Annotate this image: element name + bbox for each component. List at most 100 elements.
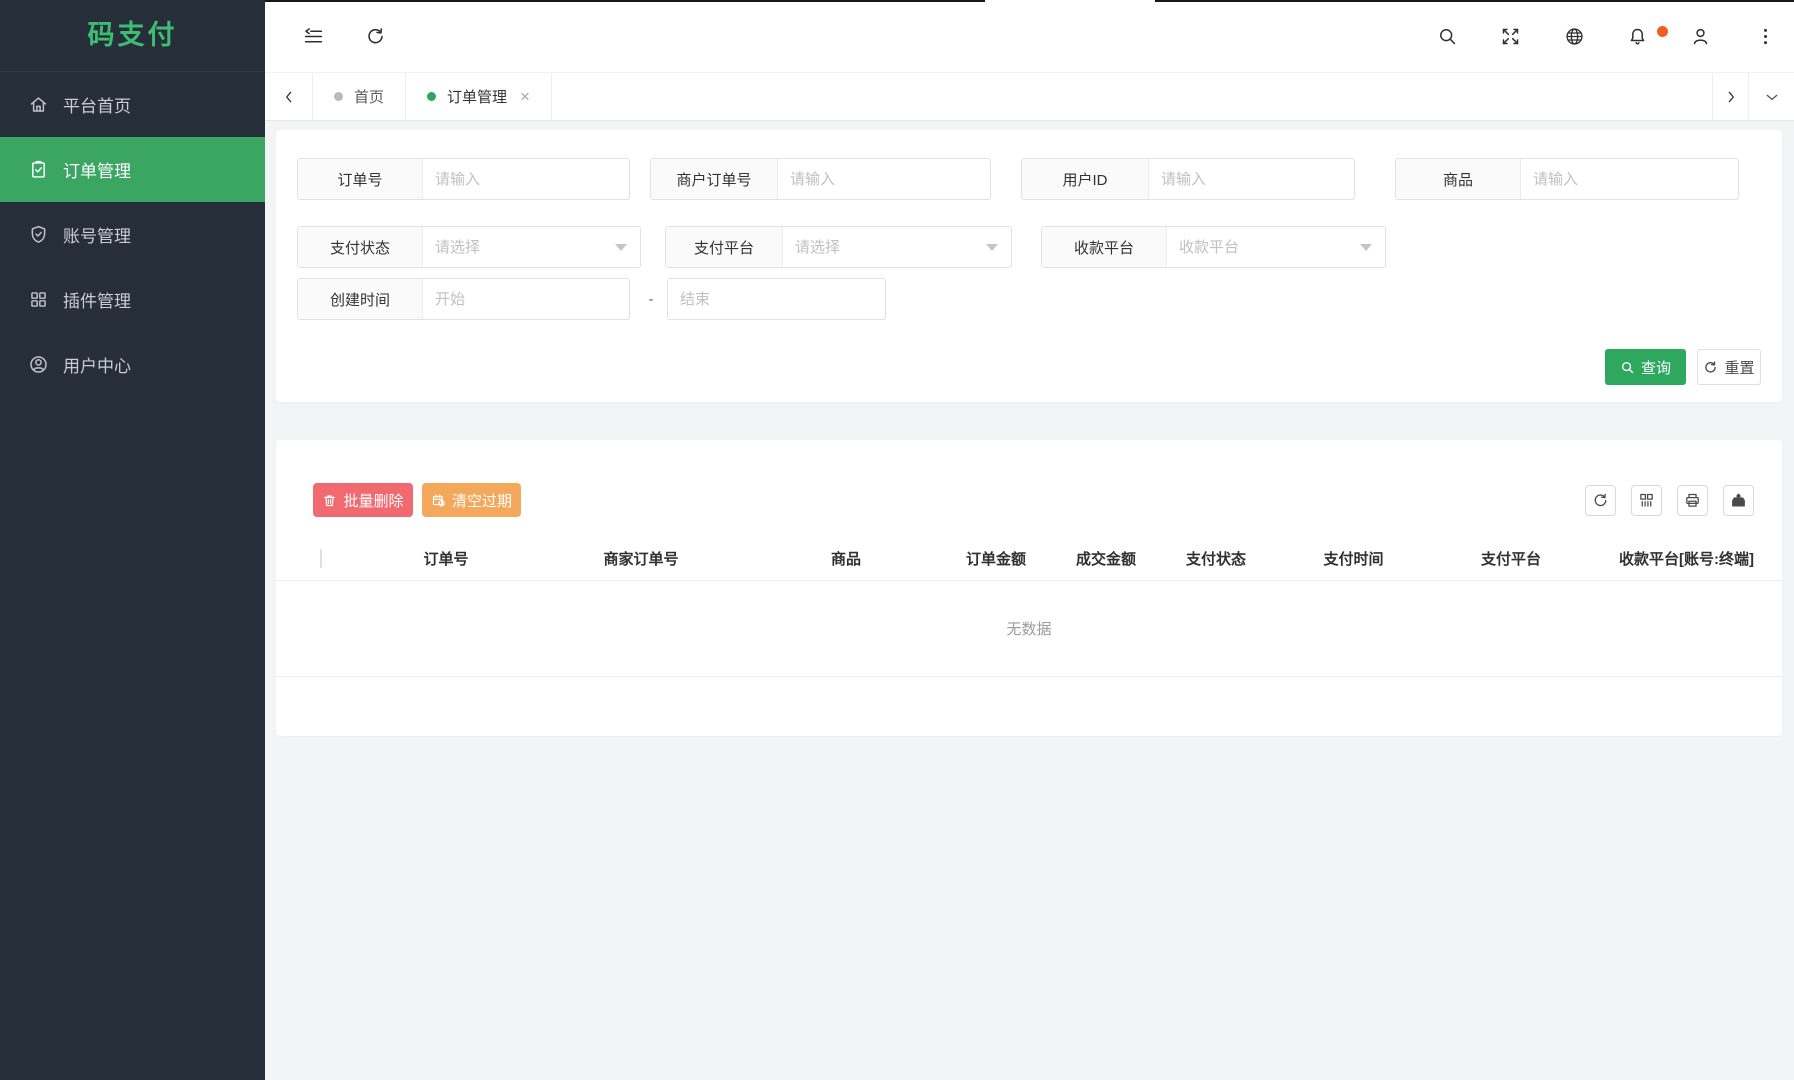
- tabbar-spacer: [552, 73, 1712, 120]
- pay-platform-select[interactable]: [783, 227, 1011, 267]
- sidebar-item-label: 账号管理: [63, 222, 131, 247]
- tab-order-management[interactable]: 订单管理 ×: [406, 73, 552, 120]
- fullscreen-icon[interactable]: [1500, 26, 1521, 47]
- sidebar-item-user-center[interactable]: 用户中心: [0, 332, 265, 397]
- column-header: 商家订单号: [526, 548, 756, 569]
- tabs-scroll-right-button[interactable]: [1712, 73, 1748, 120]
- pay-platform-select-input[interactable]: [795, 239, 999, 256]
- receive-platform-field: 收款平台: [1041, 226, 1386, 268]
- calendar-clock-icon: [431, 493, 446, 508]
- tab-label: 首页: [354, 86, 384, 107]
- table-refresh-button[interactable]: [1585, 485, 1616, 516]
- create-time-end-field: [667, 278, 886, 320]
- sidebar-item-label: 平台首页: [63, 92, 131, 117]
- merchant-order-no-field: 商户订单号: [650, 158, 991, 200]
- shield-check-icon: [28, 224, 49, 245]
- topbar: [265, 0, 1794, 72]
- pay-platform-field: 支付平台: [665, 226, 1012, 268]
- table-card: 批量删除 清空过期: [276, 440, 1782, 736]
- chevron-down-icon: [1764, 89, 1780, 105]
- refresh-icon: [1592, 492, 1609, 509]
- export-button[interactable]: [1723, 485, 1754, 516]
- order-no-field: 订单号: [297, 158, 630, 200]
- search-button-label: 查询: [1641, 357, 1671, 378]
- create-time-field: 创建时间: [297, 278, 630, 320]
- pay-status-select[interactable]: [423, 227, 640, 267]
- notification-bell-icon[interactable]: [1627, 26, 1648, 47]
- sidebar-item-platform-home[interactable]: 平台首页: [0, 72, 265, 137]
- sidebar-item-label: 用户中心: [63, 352, 131, 377]
- product-input[interactable]: [1533, 171, 1726, 188]
- more-vertical-icon[interactable]: [1755, 26, 1776, 47]
- sidebar-nav: 平台首页 订单管理 账号管理: [0, 72, 265, 397]
- tabs-menu-button[interactable]: [1748, 73, 1794, 120]
- column-header: 收款平台[账号:终端]: [1591, 548, 1782, 569]
- user-id-field: 用户ID: [1021, 158, 1355, 200]
- clear-expired-label: 清空过期: [452, 490, 512, 511]
- app-logo: 码支付: [0, 0, 265, 72]
- sidebar-item-label: 插件管理: [63, 287, 131, 312]
- create-time-end-input[interactable]: [680, 291, 873, 308]
- tab-status-dot: [427, 92, 436, 101]
- create-time-start-input[interactable]: [435, 291, 617, 308]
- receive-platform-select-input[interactable]: [1179, 239, 1373, 256]
- trash-icon: [322, 493, 337, 508]
- tab-home[interactable]: 首页: [313, 73, 406, 120]
- column-header: 订单号: [366, 548, 526, 569]
- order-no-label: 订单号: [298, 159, 423, 199]
- tabs-scroll-left-button[interactable]: [265, 73, 313, 120]
- language-globe-icon[interactable]: [1564, 26, 1585, 47]
- column-header: 支付平台: [1431, 548, 1591, 569]
- collapse-menu-icon[interactable]: [303, 26, 324, 47]
- refresh-icon[interactable]: [365, 26, 386, 47]
- top-loading-bar-right: [1155, 0, 1794, 2]
- home-icon: [28, 94, 49, 115]
- order-no-input[interactable]: [435, 171, 617, 188]
- batch-delete-button[interactable]: 批量删除: [313, 483, 413, 517]
- user-id-input[interactable]: [1161, 171, 1342, 188]
- sidebar-item-account-management[interactable]: 账号管理: [0, 202, 265, 267]
- notification-dot: [1657, 26, 1668, 37]
- filter-card: 订单号 商户订单号 用户ID 商品 支付状态 支付平台: [276, 130, 1782, 402]
- tab-bar: 首页 订单管理 ×: [265, 72, 1794, 121]
- reset-button-label: 重置: [1724, 357, 1754, 378]
- export-icon: [1730, 492, 1747, 509]
- tab-status-dot: [334, 92, 343, 101]
- column-header: 支付状态: [1156, 548, 1276, 569]
- merchant-order-no-input[interactable]: [790, 171, 978, 188]
- sidebar-item-label: 订单管理: [63, 157, 131, 182]
- sidebar-item-plugin-management[interactable]: 插件管理: [0, 267, 265, 332]
- column-header: 订单金额: [936, 548, 1056, 569]
- close-icon[interactable]: ×: [520, 88, 530, 105]
- printer-icon: [1684, 492, 1701, 509]
- receive-platform-select[interactable]: [1167, 227, 1385, 267]
- user-icon[interactable]: [1690, 26, 1711, 47]
- batch-delete-label: 批量删除: [343, 490, 403, 511]
- refresh-icon: [1703, 360, 1718, 375]
- column-header: 商品: [756, 548, 936, 569]
- merchant-order-no-label: 商户订单号: [651, 159, 778, 199]
- sidebar: 码支付 平台首页 订单管理 账号管理: [0, 0, 265, 1080]
- product-field: 商品: [1395, 158, 1739, 200]
- clipboard-check-icon: [28, 159, 49, 180]
- chevron-left-icon: [281, 89, 297, 105]
- search-icon: [1620, 360, 1635, 375]
- column-settings-button[interactable]: [1631, 485, 1662, 516]
- clear-expired-button[interactable]: 清空过期: [422, 483, 521, 517]
- user-circle-icon: [28, 354, 49, 375]
- user-id-label: 用户ID: [1022, 159, 1149, 199]
- tab-label: 订单管理: [447, 86, 507, 107]
- search-button[interactable]: 查询: [1605, 349, 1686, 385]
- sidebar-item-order-management[interactable]: 订单管理: [0, 137, 265, 202]
- top-loading-bar-left: [265, 0, 985, 2]
- table-header-row: 订单号 商家订单号 商品 订单金额 成交金额 支付状态 支付时间 支付平台 收款…: [276, 536, 1782, 581]
- pay-status-select-input[interactable]: [435, 239, 628, 256]
- reset-button[interactable]: 重置: [1697, 349, 1761, 385]
- content-area: 订单号 商户订单号 用户ID 商品 支付状态 支付平台: [265, 121, 1794, 1080]
- select-all-checkbox[interactable]: [320, 549, 322, 568]
- print-button[interactable]: [1677, 485, 1708, 516]
- product-label: 商品: [1396, 159, 1521, 199]
- pay-status-field: 支付状态: [297, 226, 641, 268]
- search-icon[interactable]: [1437, 26, 1458, 47]
- pay-platform-label: 支付平台: [666, 227, 783, 267]
